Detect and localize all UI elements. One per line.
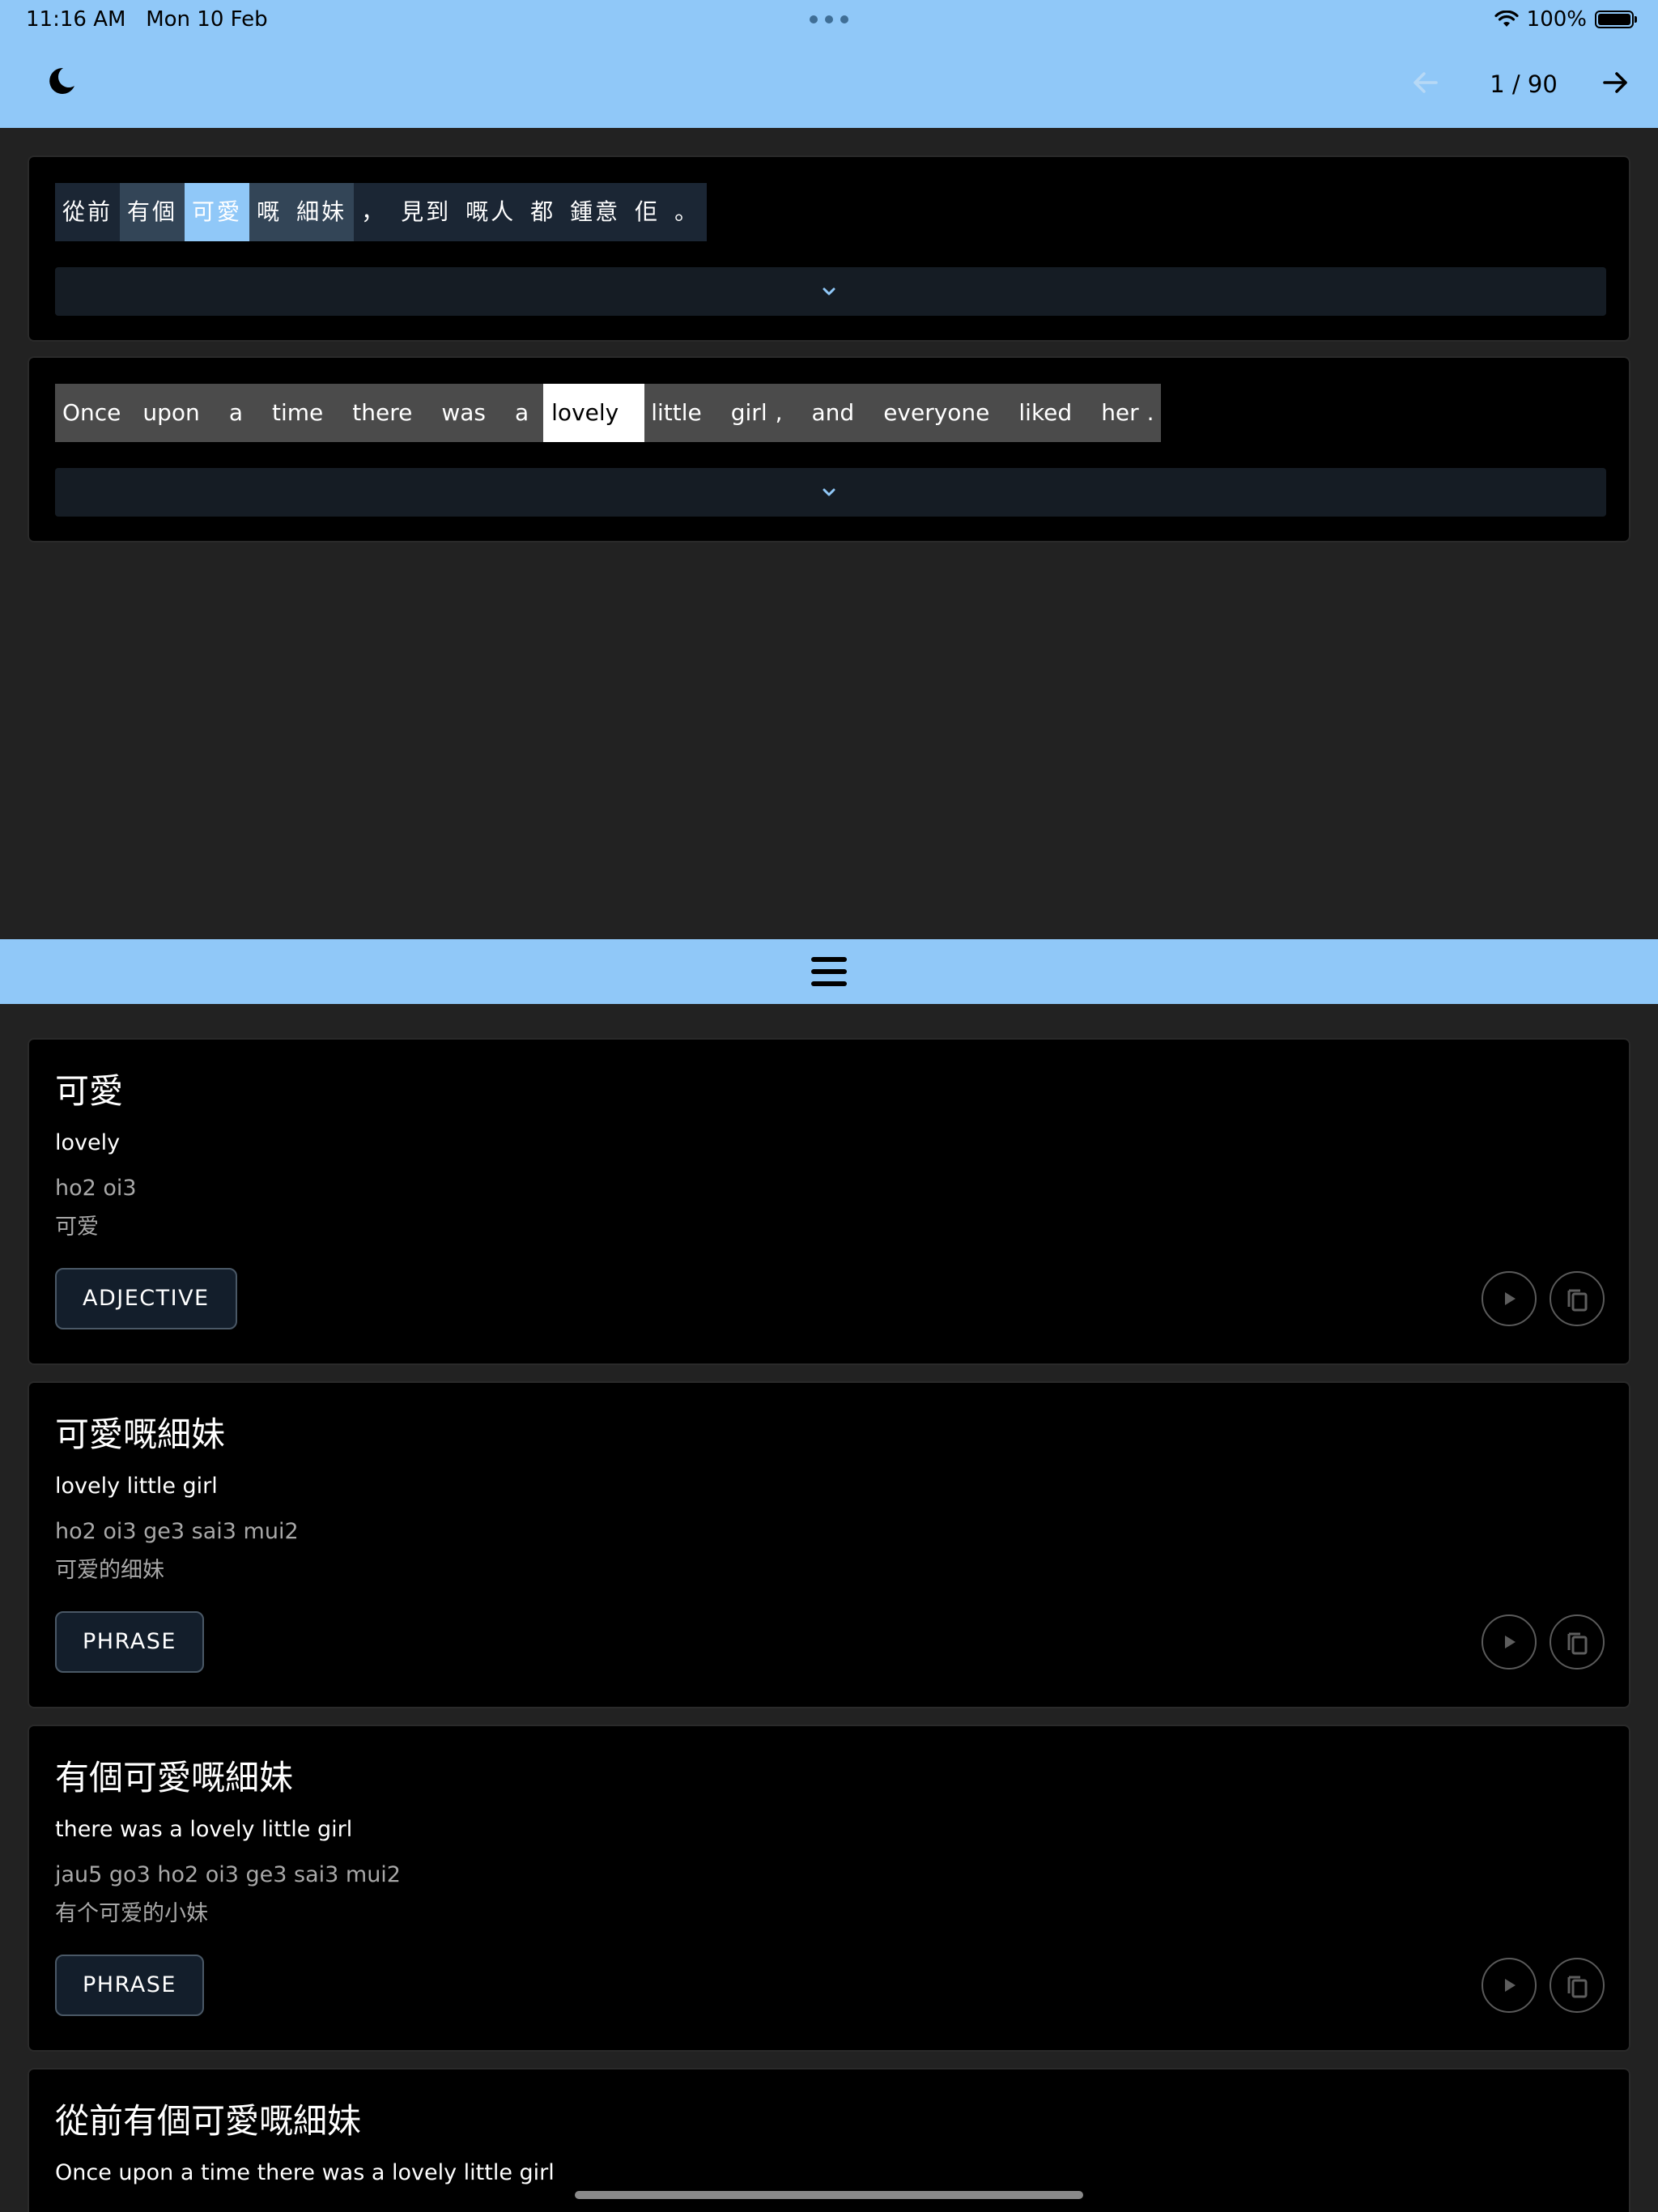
token[interactable]: everyone: [869, 384, 1004, 442]
entry-simplified: 可爱的细妹: [55, 1558, 164, 1583]
expand-english-button[interactable]: [55, 468, 1606, 517]
part-of-speech-button[interactable]: PHRASE: [55, 1955, 204, 2016]
status-time: 11:16 AM Mon 10 Feb: [26, 6, 268, 32]
token[interactable]: 嘅: [249, 183, 290, 241]
arrow-right-icon: [1603, 72, 1627, 93]
token[interactable]: 嘅人: [458, 183, 523, 241]
entry-headword: 可愛嘅細妹: [55, 1414, 226, 1454]
token[interactable]: 細妹: [289, 183, 355, 241]
token[interactable]: a: [500, 384, 543, 442]
previous-page-button[interactable]: [1409, 66, 1448, 102]
english-sentence-card: Once upon a time there was a lovely litt…: [28, 356, 1630, 542]
multitasking-dots-icon[interactable]: [810, 11, 848, 28]
token[interactable]: 見到: [393, 183, 458, 241]
token[interactable]: 有個: [120, 183, 185, 241]
entry-definition: lovely little girl: [55, 1474, 218, 1499]
status-date: Mon 10 Feb: [146, 7, 268, 32]
token-selected[interactable]: lovely: [543, 384, 645, 442]
dictionary-entry-card: 可愛 lovely ho2 oi3 可爱 ADJECTIVE: [28, 1038, 1630, 1365]
token[interactable]: 都: [523, 183, 563, 241]
arrow-left-icon: [1414, 72, 1438, 93]
play-icon: [1505, 1292, 1516, 1305]
token[interactable]: her: [1086, 384, 1141, 442]
entry-jyutping: ho2 oi3 ge3 sai3 mui2: [55, 1519, 299, 1544]
token[interactable]: 從前: [55, 183, 120, 241]
token[interactable]: 。: [667, 183, 707, 241]
dictionary-entry-card: 有個可愛嘅細妹 there was a lovely little girl j…: [28, 1725, 1630, 2052]
battery-icon: [1595, 11, 1637, 28]
theme-toggle-button[interactable]: [45, 65, 78, 104]
play-audio-button[interactable]: [1482, 1271, 1537, 1326]
copy-icon: [1567, 1632, 1588, 1655]
entry-headword: 從前有個可愛嘅細妹: [55, 2101, 362, 2141]
entry-headword: 有個可愛嘅細妹: [55, 1758, 294, 1797]
wifi-icon: [1494, 11, 1519, 27]
entry-definition: Once upon a time there was a lovely litt…: [55, 2160, 555, 2185]
token[interactable]: there: [338, 384, 427, 442]
entry-jyutping: ho2 oi3: [55, 1176, 137, 1201]
copy-icon: [1567, 1976, 1588, 1998]
token[interactable]: and: [797, 384, 869, 442]
chevron-down-icon: [823, 488, 835, 496]
copy-button[interactable]: [1550, 1614, 1605, 1670]
token[interactable]: was: [427, 384, 500, 442]
token[interactable]: time: [257, 384, 338, 442]
token[interactable]: upon: [128, 384, 214, 442]
token[interactable]: a: [215, 384, 257, 442]
moon-icon: [49, 67, 74, 94]
next-page-button[interactable]: [1600, 66, 1639, 102]
play-icon: [1505, 1636, 1516, 1648]
home-indicator[interactable]: [575, 2191, 1083, 2199]
play-icon: [1505, 1979, 1516, 1992]
part-of-speech-button[interactable]: ADJECTIVE: [55, 1268, 237, 1329]
english-token-row: Once upon a time there was a lovely litt…: [55, 384, 1161, 442]
play-audio-button[interactable]: [1482, 1614, 1537, 1670]
entry-jyutping: jau5 go3 ho2 oi3 ge3 sai3 mui2: [55, 1862, 401, 1887]
token[interactable]: little: [644, 384, 716, 442]
status-clock: 11:16 AM: [26, 7, 126, 32]
status-indicators: 100%: [1494, 6, 1637, 32]
expand-chinese-button[interactable]: [55, 267, 1606, 316]
token[interactable]: 佢: [627, 183, 667, 241]
entry-definition: lovely: [55, 1130, 121, 1155]
token[interactable]: liked: [1004, 384, 1086, 442]
chevron-down-icon: [823, 287, 835, 296]
battery-percent: 100%: [1526, 7, 1587, 32]
token[interactable]: Once: [55, 384, 128, 442]
top-bar: 11:16 AM Mon 10 Feb 100% 1 / 90: [0, 0, 1658, 128]
chinese-sentence-card: 從前 有個 可愛 嘅 細妹 ， 見到 嘅人 都 鍾意 佢 。: [28, 155, 1630, 342]
chinese-token-row: 從前 有個 可愛 嘅 細妹 ， 見到 嘅人 都 鍾意 佢 。: [55, 183, 708, 241]
drawer-divider[interactable]: [0, 939, 1658, 1004]
entry-simplified: 有个可爱的小妹: [55, 1901, 208, 1926]
app-root: 11:16 AM Mon 10 Feb 100% 1 / 90 從前 有個 可愛…: [0, 0, 1658, 2212]
copy-button[interactable]: [1550, 1958, 1605, 2013]
copy-button[interactable]: [1550, 1271, 1605, 1326]
token[interactable]: 鍾意: [563, 183, 627, 241]
entry-simplified: 可爱: [55, 1214, 99, 1240]
hamburger-icon[interactable]: [810, 954, 848, 989]
token-selected[interactable]: 可愛: [185, 183, 250, 241]
page-counter: 1 / 90: [1490, 70, 1558, 98]
part-of-speech-button[interactable]: PHRASE: [55, 1611, 204, 1673]
token[interactable]: ,: [771, 384, 797, 442]
entry-definition: there was a lovely little girl: [55, 1817, 353, 1842]
entry-headword: 可愛: [55, 1071, 124, 1111]
dictionary-entry-card: 可愛嘅細妹 lovely little girl ho2 oi3 ge3 sai…: [28, 1381, 1630, 1708]
play-audio-button[interactable]: [1482, 1958, 1537, 2013]
token[interactable]: .: [1142, 384, 1161, 442]
token[interactable]: girl: [716, 384, 771, 442]
token[interactable]: ，: [354, 183, 393, 241]
copy-icon: [1567, 1289, 1588, 1312]
